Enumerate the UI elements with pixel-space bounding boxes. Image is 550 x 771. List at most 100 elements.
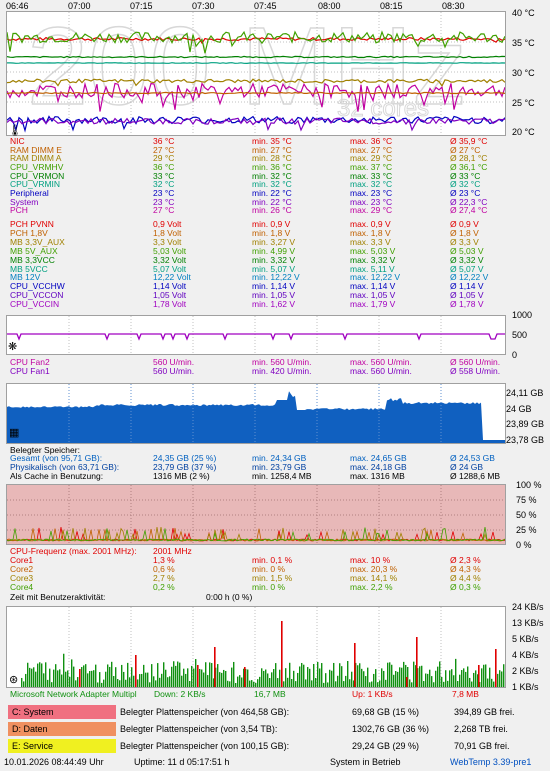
network-down-bar <box>491 678 493 687</box>
network-down-bar <box>409 679 411 687</box>
network-down-bar <box>71 659 73 687</box>
network-down-bar <box>373 673 375 687</box>
network-down-bar <box>207 675 209 687</box>
network-up-spike <box>135 655 137 687</box>
axis-label: 24,11 GB <box>506 388 544 398</box>
status-datetime: 10.01.2026 08:44:49 Uhr <box>4 757 104 767</box>
axis-label: 30 °C <box>512 68 535 78</box>
network-down-bar <box>269 678 271 687</box>
network-up-spike <box>244 667 246 687</box>
network-down-bar <box>445 670 447 687</box>
time-tick: 08:00 <box>318 1 341 11</box>
network-down-bar <box>205 662 207 687</box>
network-down-bar <box>67 670 69 687</box>
reading-current: 1316 MB (2 %) <box>153 471 210 481</box>
network-down-bar <box>23 681 25 687</box>
network-icon: ⊛ <box>9 674 19 686</box>
drive-free: 394,89 GB frei. <box>454 707 515 717</box>
axis-label: 23,89 GB <box>506 419 545 429</box>
axis-label: 23,78 GB <box>506 435 545 445</box>
reading-min: min. 1258,4 MB <box>252 471 312 481</box>
time-tick: 08:15 <box>380 1 403 11</box>
network-down-bar <box>375 669 377 687</box>
network-down-bar <box>175 665 177 687</box>
network-down-bar <box>335 681 337 687</box>
network-down-bar <box>461 670 463 687</box>
network-down-bar <box>291 679 293 687</box>
network-down-bar <box>211 663 213 687</box>
temperature-plot: 200 MHz 32 cores <box>6 4 506 135</box>
network-down-bar <box>145 672 147 687</box>
network-down-bar <box>363 671 365 687</box>
memory-chip-icon: ▦ <box>9 427 20 439</box>
memory-area <box>7 391 505 443</box>
axis-label: 13 KB/s <box>512 618 544 628</box>
network-down-bar <box>143 664 145 687</box>
network-down-bar <box>93 670 95 687</box>
network-down-bar <box>159 677 161 687</box>
axis-label: 500 <box>512 330 528 340</box>
network-down-bar <box>395 671 397 687</box>
network-down-bar <box>267 673 269 687</box>
network-down-bar <box>61 674 63 687</box>
network-down-bar <box>331 670 333 687</box>
network-down-bar <box>201 669 203 687</box>
network-down-bar <box>131 667 133 687</box>
network-down-bar <box>381 668 383 687</box>
reading-current: 560 U/min. <box>153 366 195 376</box>
network-down-bar <box>29 667 31 687</box>
network-down-bar <box>449 670 451 687</box>
network-down-bar <box>459 674 461 687</box>
network-down-bar <box>191 665 193 687</box>
axis-label: 35 °C <box>512 38 535 48</box>
axis-label: 25 % <box>516 525 537 535</box>
network-down-bar <box>313 663 315 687</box>
axis-label: 2 KB/s <box>512 666 539 676</box>
fan-series-line <box>7 333 505 341</box>
network-down-bar <box>293 670 295 687</box>
network-down-bar <box>261 668 263 687</box>
network-down-bar <box>65 671 67 687</box>
fan-axis: 1000 500 0 <box>512 310 550 360</box>
temperature-graph: 200 MHz 32 cores 🌡 <box>6 4 506 137</box>
network-down-bar <box>499 670 501 687</box>
memory-graph: ▦ <box>6 383 506 444</box>
network-down-bar <box>95 664 97 687</box>
axis-label: 75 % <box>516 495 537 505</box>
network-down-bar <box>327 682 329 687</box>
axis-label: 25 °C <box>512 98 535 108</box>
network-down-bar <box>351 671 353 687</box>
network-down-bar <box>241 677 243 687</box>
network-down-bar <box>359 663 361 687</box>
network-down-bar <box>275 663 277 687</box>
network-down-bar <box>225 670 227 687</box>
network-down-bar <box>39 662 41 687</box>
network-down-bar <box>53 669 55 687</box>
network-down-bar <box>489 667 491 687</box>
network-down-bar <box>147 672 149 687</box>
drive-free: 2,268 TB frei. <box>454 724 508 734</box>
network-down-bar <box>427 673 429 687</box>
network-down-bar <box>341 666 343 687</box>
time-tick: 07:30 <box>192 1 215 11</box>
network-down-bar <box>43 673 45 687</box>
network-down-bar <box>379 680 381 687</box>
reading-name: Core4 <box>10 582 34 592</box>
network-down-bar <box>75 680 77 687</box>
network-down-bar <box>255 682 257 687</box>
network-down-bar <box>101 682 103 687</box>
network-down-bar <box>223 669 225 687</box>
axis-label: 50 % <box>516 510 537 520</box>
network-down-bar <box>129 677 131 687</box>
network-down-bar <box>411 682 413 687</box>
reading-avg: Ø 1288,6 MB <box>450 471 501 481</box>
network-up-total: 7,8 MB <box>452 689 479 699</box>
network-down-bar <box>49 668 51 687</box>
drive-usage-label: Belegter Plattenspeicher (von 464,58 GB)… <box>120 707 290 717</box>
network-down-bar <box>383 670 385 687</box>
drive-free: 70,91 GB frei. <box>454 741 510 751</box>
reading-max: max. 29 °C <box>350 205 393 216</box>
network-down-bar <box>441 676 443 687</box>
network-down-bar <box>325 673 327 687</box>
reading-current: 0,2 % <box>153 582 175 592</box>
